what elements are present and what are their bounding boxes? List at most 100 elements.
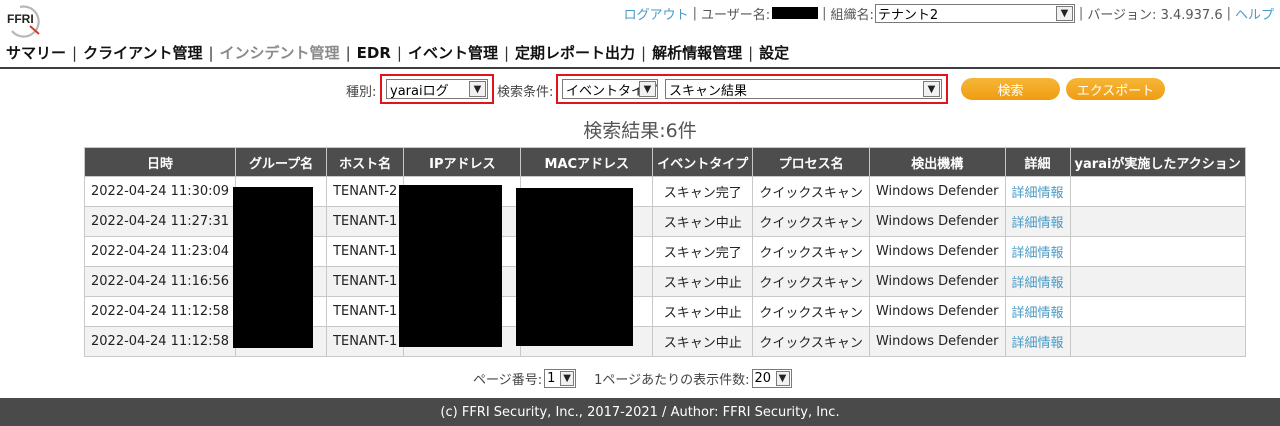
footer: (c) FFRI Security, Inc., 2017-2021 / Aut… [0, 398, 1280, 426]
cell-process: クイックスキャン [752, 326, 870, 357]
cell-datetime: 2022-04-24 11:27:31 [83, 206, 237, 237]
nav-item-scheduled-report[interactable]: 定期レポート出力 [515, 42, 635, 63]
nav-separator: | [503, 43, 510, 62]
ip-redaction [399, 185, 502, 347]
chevron-down-icon[interactable]: ▼ [923, 81, 940, 97]
cell-event-type: スキャン中止 [652, 206, 754, 237]
type-select-value: yaraiログ [390, 83, 449, 99]
detail-link[interactable]: 詳細情報 [1012, 336, 1064, 351]
search-button[interactable]: 検索 [961, 78, 1060, 100]
header-divider [0, 67, 1280, 69]
cell-engine: Windows Defender [868, 296, 1006, 327]
nav-separator: | [345, 43, 351, 62]
nav-item-settings[interactable]: 設定 [759, 42, 789, 63]
mac-redaction [516, 188, 633, 346]
cell-detail: 詳細情報 [1004, 266, 1071, 297]
per-page-select-value: 20 [754, 371, 772, 386]
nav-separator: | [641, 43, 647, 62]
cell-event-type: スキャン完了 [652, 236, 754, 267]
ffri-logo[interactable]: FFRI [6, 4, 46, 38]
cell-process: クイックスキャン [752, 236, 870, 267]
condition-value: スキャン結果 [669, 83, 748, 99]
cell-host: TENANT-1 [326, 296, 405, 327]
chevron-down-icon[interactable]: ▼ [1055, 5, 1073, 21]
table-header-row: 日時 グループ名 ホスト名 IPアドレス MACアドレス イベントタイプ プロセ… [83, 147, 1246, 177]
nav-item-client-management[interactable]: クライアント管理 [83, 42, 202, 63]
cell-event-type: スキャン中止 [652, 266, 754, 297]
detail-link[interactable]: 詳細情報 [1012, 306, 1064, 321]
column-header-mac[interactable]: MACアドレス [520, 147, 654, 177]
page-select[interactable]: 1 ▼ [544, 369, 577, 388]
pager: ページ番号: 1 ▼ 1ページあたりの表示件数: 20 ▼ [473, 369, 792, 388]
cell-host: TENANT-1 [326, 236, 405, 267]
nav-item-event-management[interactable]: イベント管理 [408, 42, 498, 63]
nav-item-summary[interactable]: サマリー [6, 42, 66, 63]
separator: | [1078, 5, 1084, 21]
cell-process: クイックスキャン [752, 206, 870, 237]
column-header-yarai-action[interactable]: yaraiが実施したアクション [1069, 147, 1246, 177]
cell-detail: 詳細情報 [1004, 176, 1071, 207]
column-header-process[interactable]: プロセス名 [752, 147, 870, 177]
detail-link[interactable]: 詳細情報 [1012, 216, 1064, 231]
detail-link[interactable]: 詳細情報 [1012, 186, 1064, 201]
nav-item-analysis-info[interactable]: 解析情報管理 [652, 42, 742, 63]
cell-datetime: 2022-04-24 11:12:58 [83, 296, 237, 327]
column-header-event-type[interactable]: イベントタイプ [652, 147, 754, 177]
result-count: 検索結果:6件 [583, 120, 697, 142]
cell-detail: 詳細情報 [1004, 236, 1071, 267]
chevron-down-icon[interactable]: ▼ [560, 371, 575, 386]
export-button[interactable]: エクスポート [1066, 78, 1165, 100]
cell-engine: Windows Defender [868, 206, 1006, 237]
per-page-label: 1ページあたりの表示件数: [594, 373, 750, 388]
column-header-ip[interactable]: IPアドレス [403, 147, 522, 177]
column-header-detail[interactable]: 詳細 [1004, 147, 1071, 177]
cell-process: クイックスキャン [752, 176, 870, 207]
chevron-down-icon[interactable]: ▼ [775, 371, 790, 386]
cell-datetime: 2022-04-24 11:23:04 [83, 236, 237, 267]
column-header-datetime[interactable]: 日時 [83, 147, 237, 177]
nav-item-edr[interactable]: EDR [357, 44, 391, 62]
column-header-group[interactable]: グループ名 [235, 147, 328, 177]
nav-item-incident-management[interactable]: インシデント管理 [220, 42, 340, 63]
cell-engine: Windows Defender [868, 176, 1006, 207]
page-select-value: 1 [547, 371, 556, 386]
cell-host: TENANT-1 [326, 326, 405, 357]
separator: | [822, 5, 827, 21]
chevron-down-icon[interactable]: ▼ [469, 81, 486, 97]
cell-event-type: スキャン完了 [652, 176, 754, 207]
cell-detail: 詳細情報 [1004, 326, 1071, 357]
footer-copyright: (c) FFRI Security, Inc., 2017-2021 / Aut… [440, 404, 840, 420]
condition-value-select[interactable]: スキャン結果 ▼ [665, 79, 942, 99]
cell-process: クイックスキャン [752, 296, 870, 327]
cell-action [1069, 266, 1246, 297]
separator: | [692, 5, 698, 21]
cell-engine: Windows Defender [868, 266, 1006, 297]
per-page-select[interactable]: 20 ▼ [751, 369, 792, 388]
type-select[interactable]: yaraiログ ▼ [386, 79, 488, 99]
version-text: バージョン: 3.4.937.6 [1087, 7, 1223, 23]
logo-text: FFRI [7, 12, 34, 26]
cell-detail: 詳細情報 [1004, 296, 1071, 327]
cell-host: TENANT-1 [326, 206, 405, 237]
detail-link[interactable]: 詳細情報 [1012, 246, 1064, 261]
detail-link[interactable]: 詳細情報 [1012, 276, 1064, 291]
username-label: ユーザー名: [701, 7, 771, 23]
cell-event-type: スキャン中止 [652, 296, 754, 327]
org-select[interactable]: テナント2 ▼ [874, 3, 1075, 23]
column-header-host[interactable]: ホスト名 [326, 147, 405, 177]
cell-datetime: 2022-04-24 11:30:09 [83, 176, 237, 207]
help-link[interactable]: ヘルプ [1235, 4, 1274, 23]
cell-engine: Windows Defender [868, 326, 1006, 357]
chevron-down-icon[interactable]: ▼ [639, 81, 656, 97]
cell-datetime: 2022-04-24 11:12:58 [83, 326, 237, 357]
cell-datetime: 2022-04-24 11:16:56 [83, 266, 237, 297]
column-header-detection-engine[interactable]: 検出機構 [868, 147, 1006, 177]
group-redaction [233, 187, 313, 348]
nav-separator: | [208, 43, 214, 62]
nav-separator: | [748, 43, 754, 62]
cell-action [1069, 326, 1246, 357]
username-redacted [772, 7, 819, 19]
cell-action [1069, 236, 1246, 267]
logout-link[interactable]: ログアウト [624, 4, 689, 23]
condition-field-select[interactable]: イベントタイプ ▼ [562, 79, 658, 99]
